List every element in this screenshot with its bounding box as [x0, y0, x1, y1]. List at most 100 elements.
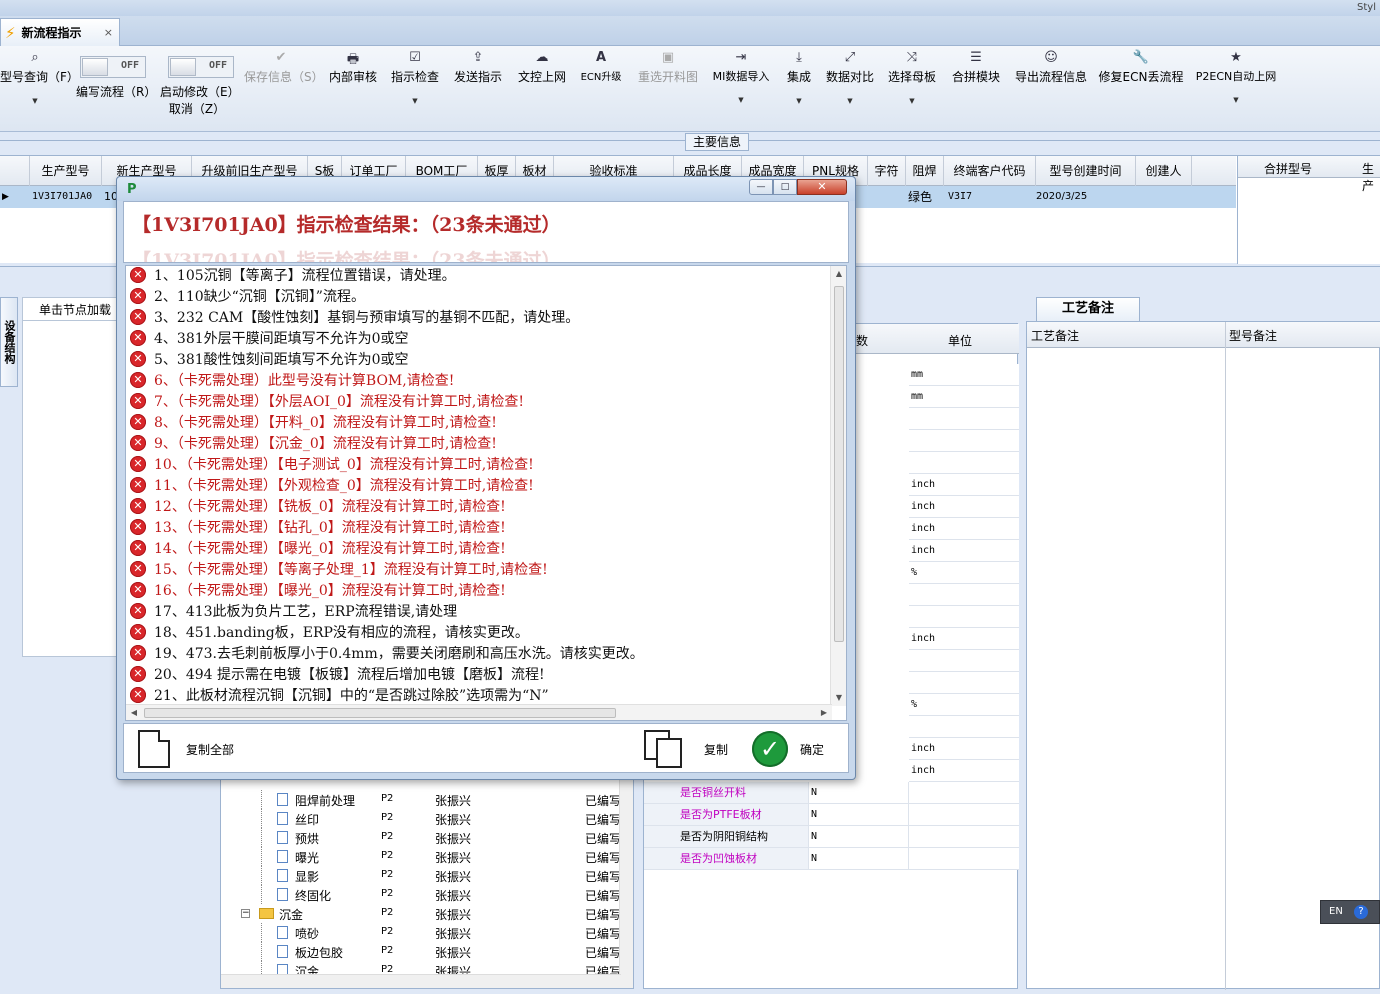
unit-cell[interactable]: inch — [909, 738, 1019, 760]
close-button[interactable]: ✕ — [797, 179, 847, 195]
data-compare-button[interactable]: ⤢ 数据对比 ▼ — [822, 50, 878, 105]
list-item[interactable]: ✕ 13、（卡死需处理）【钻孔_0】流程没有计算工时,请检查! — [130, 518, 830, 539]
send-instruction-button[interactable]: ⇪ 发送指示 — [450, 50, 506, 85]
language-bar[interactable]: EN ? — [1320, 900, 1380, 924]
col-prod[interactable]: 生产 — [1362, 160, 1380, 194]
scroll-thumb[interactable] — [144, 708, 616, 718]
param-value[interactable]: N — [809, 782, 909, 804]
list-item[interactable]: ✕ 1、105沉铜【等离子】流程位置错误，请处理。 — [130, 266, 830, 287]
table-row[interactable]: 喷砂 P2 张振兴 已编写 — [221, 923, 621, 942]
unit-cell[interactable]: mm — [909, 364, 1019, 386]
node-tree-panel[interactable] — [22, 321, 122, 657]
save-info-button[interactable]: ✔ 保存信息（S） — [244, 50, 324, 85]
cancel-caption[interactable]: 取消（Z） — [160, 100, 234, 117]
cell-prod-model[interactable]: 1V3I701JA0 — [32, 186, 92, 208]
param-unit[interactable] — [909, 782, 1019, 804]
param-unit[interactable] — [909, 826, 1019, 848]
dialog-horizontal-scrollbar[interactable]: ◀ ▶ — [126, 704, 832, 720]
start-edit-toggle[interactable]: OFF — [168, 56, 234, 78]
scroll-thumb[interactable] — [834, 286, 844, 642]
unit-cell[interactable] — [909, 408, 1019, 430]
dialog-titlebar[interactable]: P — □ ✕ — [117, 177, 855, 201]
list-item[interactable]: ✕ 11、（卡死需处理）【外观检查_0】流程没有计算工时,请检查! — [130, 476, 830, 497]
collapse-icon[interactable]: − — [241, 909, 250, 918]
dialog-vertical-scrollbar[interactable]: ▲ ▼ — [830, 266, 846, 706]
list-item[interactable]: ✕ 8、（卡死需处理）【开料_0】流程没有计算工时,请检查! — [130, 413, 830, 434]
integrate-button[interactable]: ⤓ 集成 ▼ — [782, 50, 816, 105]
scroll-right-icon[interactable]: ▶ — [816, 705, 832, 720]
table-row[interactable]: 板边包胶 P2 张振兴 已编写 — [221, 942, 621, 961]
unit-cell[interactable] — [909, 584, 1019, 606]
internal-review-button[interactable]: 🖶 内部审核 — [326, 50, 380, 85]
list-item[interactable]: ✕ 7、（卡死需处理）【外层AOI_0】流程没有计算工时,请检查! — [130, 392, 830, 413]
col-merge-model[interactable]: 合拼型号 — [1264, 160, 1312, 177]
table-row[interactable]: 预烘 P2 张振兴 已编写 — [221, 828, 621, 847]
write-process-toggle[interactable]: OFF — [80, 56, 146, 78]
col-character[interactable]: 字符 — [868, 156, 906, 186]
process-horizontal-scrollbar[interactable] — [221, 974, 621, 988]
col-solder-mask[interactable]: 阻焊 — [906, 156, 944, 186]
scroll-left-icon[interactable]: ◀ — [126, 705, 142, 720]
param-unit[interactable] — [909, 848, 1019, 870]
table-row[interactable]: 终固化 P2 张振兴 已编写 — [221, 885, 621, 904]
ecn-upgrade-button[interactable]: A ECN升级 — [576, 50, 626, 83]
tab-new-process[interactable]: ⚡ 新流程指示 × — [0, 18, 120, 46]
list-item[interactable]: ✕ 4、381外层干膜间距填写不允许为0或空 — [130, 329, 830, 350]
unit-cell[interactable]: inch — [909, 496, 1019, 518]
cell-customer[interactable]: V3I7 — [948, 186, 972, 208]
list-item[interactable]: ✕ 16、（卡死需处理）【曝光_0】流程没有计算工时,请检查! — [130, 581, 830, 602]
mi-data-import-button[interactable]: ⇥ MI数据导入 ▼ — [708, 50, 774, 104]
table-row[interactable]: 显影 P2 张振兴 已编写 — [221, 866, 621, 885]
list-item[interactable]: ✕ 14、（卡死需处理）【曝光_0】流程没有计算工时,请检查! — [130, 539, 830, 560]
model-query-button[interactable]: ⌕ 型号查询（F） ▼ — [0, 50, 79, 105]
reselect-cutting-map-button[interactable]: ▣ 重选开料图 — [634, 50, 702, 85]
param-value[interactable]: N — [809, 826, 909, 848]
col-customer-code[interactable]: 终端客户代码 — [944, 156, 1036, 186]
unit-cell[interactable]: % — [909, 562, 1019, 584]
unit-cell[interactable]: inch — [909, 518, 1019, 540]
list-item[interactable]: ✕ 3、232 CAM【酸性蚀刻】基铜与预审填写的基铜不匹配，请处理。 — [130, 308, 830, 329]
list-item[interactable]: ✕ 15、（卡死需处理）【等离子处理_1】流程没有计算工时,请检查! — [130, 560, 830, 581]
unit-cell[interactable]: inch — [909, 540, 1019, 562]
table-row[interactable]: 阻焊前处理 P2 张振兴 已编写 — [221, 790, 621, 809]
unit-cell[interactable] — [909, 672, 1019, 694]
unit-cell[interactable]: mm — [909, 386, 1019, 408]
export-process-info-button[interactable]: ☺ 导出流程信息 — [1012, 50, 1090, 85]
table-row[interactable]: − 沉金 P2 张振兴 已编写 — [221, 904, 621, 923]
ok-button[interactable]: ✓ 确定 — [752, 730, 824, 768]
cell-created[interactable]: 2020/3/25 — [1036, 186, 1087, 208]
unit-cell[interactable] — [909, 606, 1019, 628]
minimize-button[interactable]: — — [749, 179, 773, 195]
maximize-button[interactable]: □ — [773, 179, 797, 195]
col-created-time[interactable]: 型号创建时间 — [1036, 156, 1136, 186]
list-item[interactable]: ✕ 6、（卡死需处理）此型号没有计算BOM,请检查! — [130, 371, 830, 392]
param-value[interactable]: N — [809, 804, 909, 826]
tab-close-icon[interactable]: × — [104, 26, 113, 39]
scroll-up-icon[interactable]: ▲ — [831, 266, 846, 282]
list-item[interactable]: ✕ 2、110缺少“沉铜【沉铜】”流程。 — [130, 287, 830, 308]
list-item[interactable]: ✕ 12、（卡死需处理）【铣板_0】流程没有计算工时,请检查! — [130, 497, 830, 518]
process-vertical-scrollbar[interactable] — [619, 778, 633, 988]
list-item[interactable]: ✕ 19、473.去毛刺前板厚小于0.4mm，需要关闭磨刷和高压水洗。请核实更改。 — [130, 644, 830, 665]
copy-button[interactable]: 复制 — [644, 730, 728, 768]
list-item[interactable]: ✕ 9、（卡死需处理）【沉金_0】流程没有计算工时,请检查! — [130, 434, 830, 455]
copy-all-button[interactable]: 复制全部 — [138, 730, 234, 768]
unit-cell[interactable]: % — [909, 694, 1019, 716]
table-row[interactable]: 曝光 P2 张振兴 已编写 — [221, 847, 621, 866]
unit-cell[interactable]: inch — [909, 474, 1019, 496]
select-mother-board-button[interactable]: ⤨ 选择母板 ▼ — [884, 50, 940, 105]
col-prod-model[interactable]: 生产型号 — [30, 156, 102, 186]
list-item[interactable]: ✕ 10、（卡死需处理）【电子测试_0】流程没有计算工时,请检查! — [130, 455, 830, 476]
unit-cell[interactable] — [909, 716, 1019, 738]
unit-cell[interactable] — [909, 650, 1019, 672]
unit-cell[interactable] — [909, 452, 1019, 474]
scroll-down-icon[interactable]: ▼ — [831, 690, 846, 706]
list-item[interactable]: ✕ 20、494 提示需在电镀【板镀】流程后增加电镀【磨板】流程! — [130, 665, 830, 686]
param-unit[interactable] — [909, 804, 1019, 826]
list-item[interactable]: ✕ 5、381酸性蚀刻间距填写不允许为0或空 — [130, 350, 830, 371]
doc-control-online-button[interactable]: ☁ 文控上网 — [514, 50, 570, 85]
unit-cell[interactable] — [909, 430, 1019, 452]
merge-module-button[interactable]: ☰ 合拼模块 — [948, 50, 1004, 85]
unit-cell[interactable]: inch — [909, 628, 1019, 650]
table-row[interactable]: 丝印 P2 张振兴 已编写 — [221, 809, 621, 828]
